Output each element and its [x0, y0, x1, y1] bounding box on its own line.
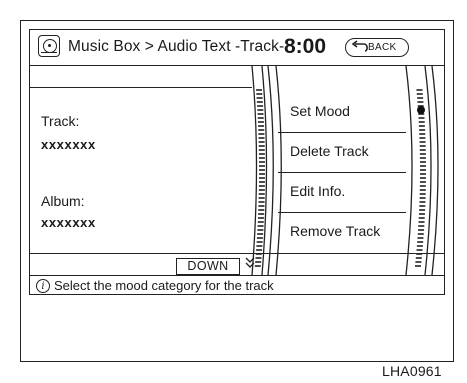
clock: 8:00: [284, 35, 327, 58]
back-button[interactable]: BACK: [345, 38, 409, 57]
status-bar: i Select the mood category for the track: [30, 275, 444, 295]
sub-header-strip: [30, 66, 252, 88]
album-label: Album:: [41, 193, 85, 209]
menu-item-edit-info[interactable]: Edit Info.: [278, 172, 402, 212]
album-value: xxxxxxx: [41, 215, 96, 230]
track-label: Track:: [41, 113, 80, 129]
header-bar: Music Box > Audio Text -Track- 8:00 BACK: [30, 30, 444, 66]
back-arrow-icon: [351, 40, 368, 52]
bottom-divider: [30, 253, 444, 254]
figure-code: LHA0961: [382, 363, 442, 379]
info-icon: i: [36, 279, 50, 293]
menu-item-delete-track[interactable]: Delete Track: [278, 132, 402, 172]
chevron-down-icon: [245, 257, 255, 272]
back-button-label: BACK: [368, 42, 397, 53]
track-value: xxxxxxx: [41, 137, 96, 152]
selected-indicator-dot: [417, 106, 425, 114]
music-box-icon: [38, 35, 60, 57]
menu-item-set-mood[interactable]: Set Mood: [278, 92, 402, 132]
status-text: Select the mood category for the track: [54, 278, 274, 293]
breadcrumb: Music Box > Audio Text -Track-: [68, 38, 285, 55]
menu-item-remove-track[interactable]: Remove Track: [278, 212, 402, 252]
down-button[interactable]: DOWN: [176, 258, 240, 275]
